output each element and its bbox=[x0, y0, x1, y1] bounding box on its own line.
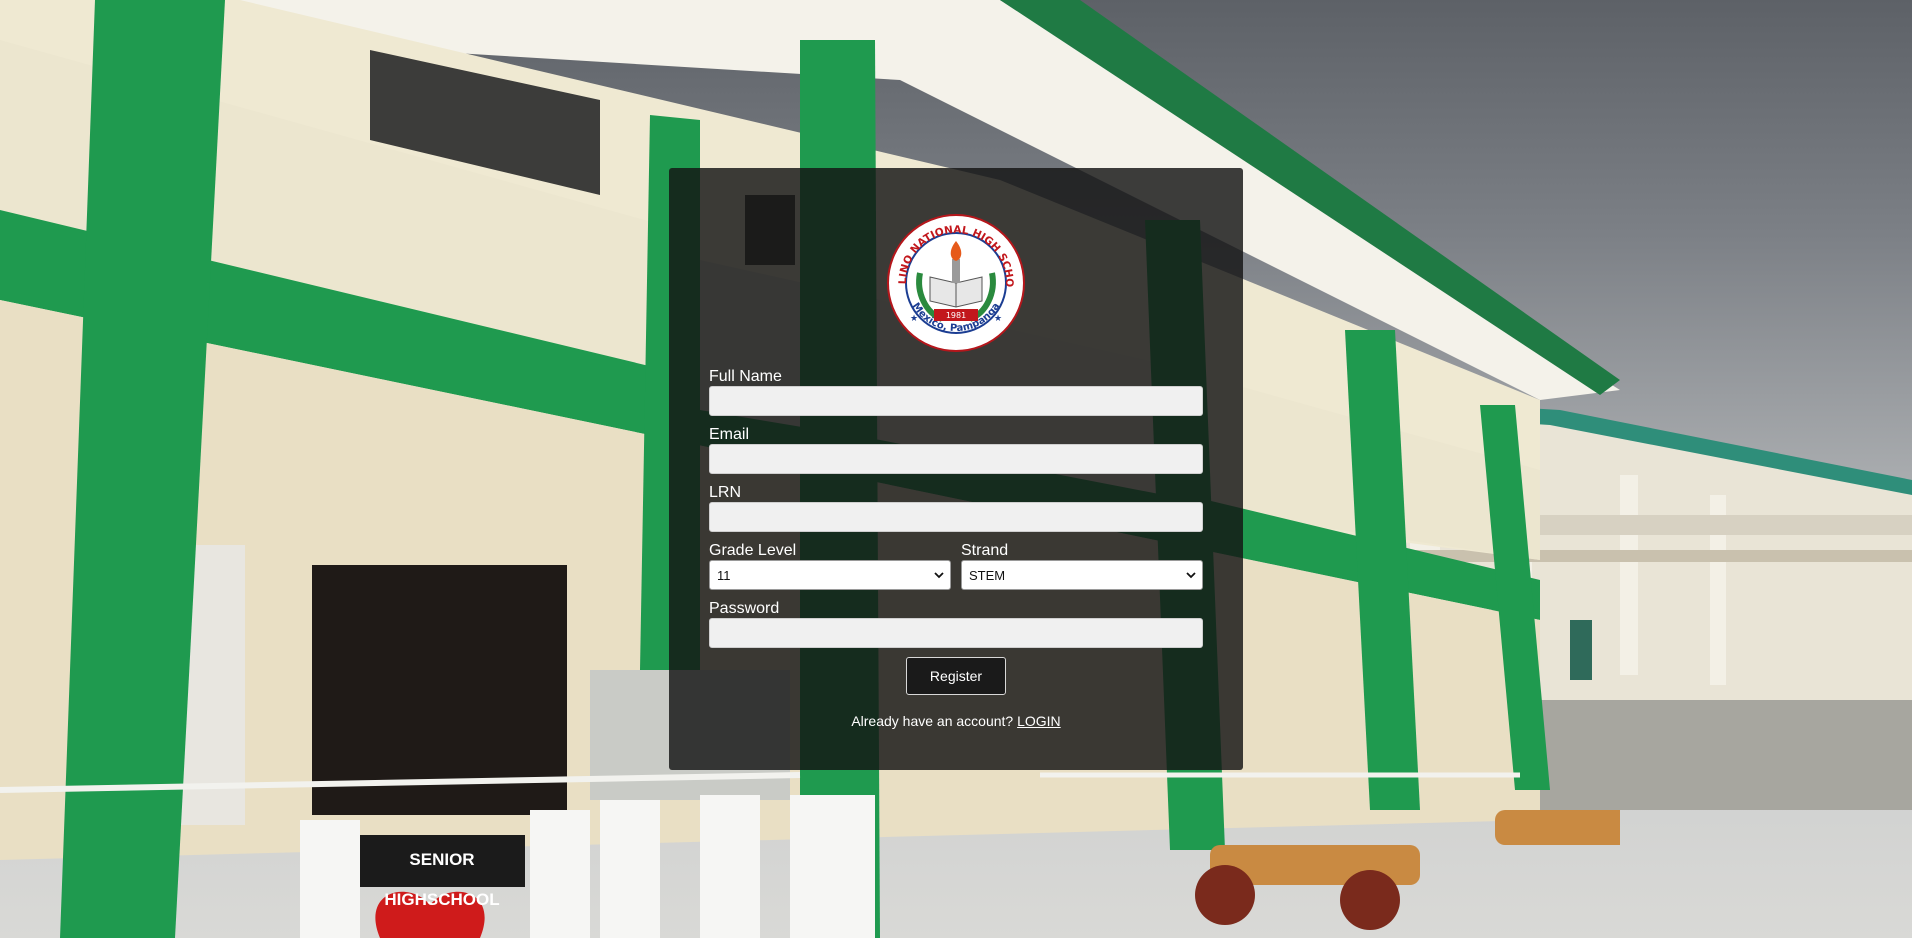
grade-level-value: 11 bbox=[717, 568, 731, 583]
register-button[interactable]: Register bbox=[906, 657, 1006, 695]
login-prompt-line: Already have an account? LOGIN bbox=[669, 713, 1243, 729]
strand-value: STEM bbox=[969, 568, 1006, 583]
password-input[interactable] bbox=[709, 618, 1203, 648]
senior-highschool-sign: SENIOR HIGHSCHOOL bbox=[384, 850, 500, 909]
login-link[interactable]: LOGIN bbox=[1017, 713, 1061, 729]
email-input[interactable] bbox=[709, 444, 1203, 474]
full-name-input[interactable] bbox=[709, 386, 1203, 416]
logo-year: 1981 bbox=[946, 311, 966, 320]
school-logo: MALINO NATIONAL HIGH SCHOOL Mexico, Pamp… bbox=[886, 213, 1025, 352]
lrn-label: LRN bbox=[709, 484, 742, 501]
chevron-down-icon bbox=[1186, 572, 1196, 579]
strand-label: Strand bbox=[961, 542, 1009, 559]
grade-level-label: Grade Level bbox=[709, 542, 797, 559]
login-prompt-text: Already have an account? bbox=[851, 713, 1014, 729]
full-name-label: Full Name bbox=[709, 368, 782, 385]
password-label: Password bbox=[709, 600, 780, 617]
strand-select[interactable]: STEM bbox=[961, 560, 1203, 590]
grade-level-select[interactable]: 11 bbox=[709, 560, 951, 590]
registration-page: SENIOR HIGHSCHOOL MALINO NATIONAL HIGH S… bbox=[0, 0, 1912, 938]
lrn-input[interactable] bbox=[709, 502, 1203, 532]
svg-text:★: ★ bbox=[910, 314, 918, 324]
chevron-down-icon bbox=[934, 572, 944, 579]
email-label: Email bbox=[709, 426, 750, 443]
svg-text:★: ★ bbox=[994, 314, 1002, 324]
